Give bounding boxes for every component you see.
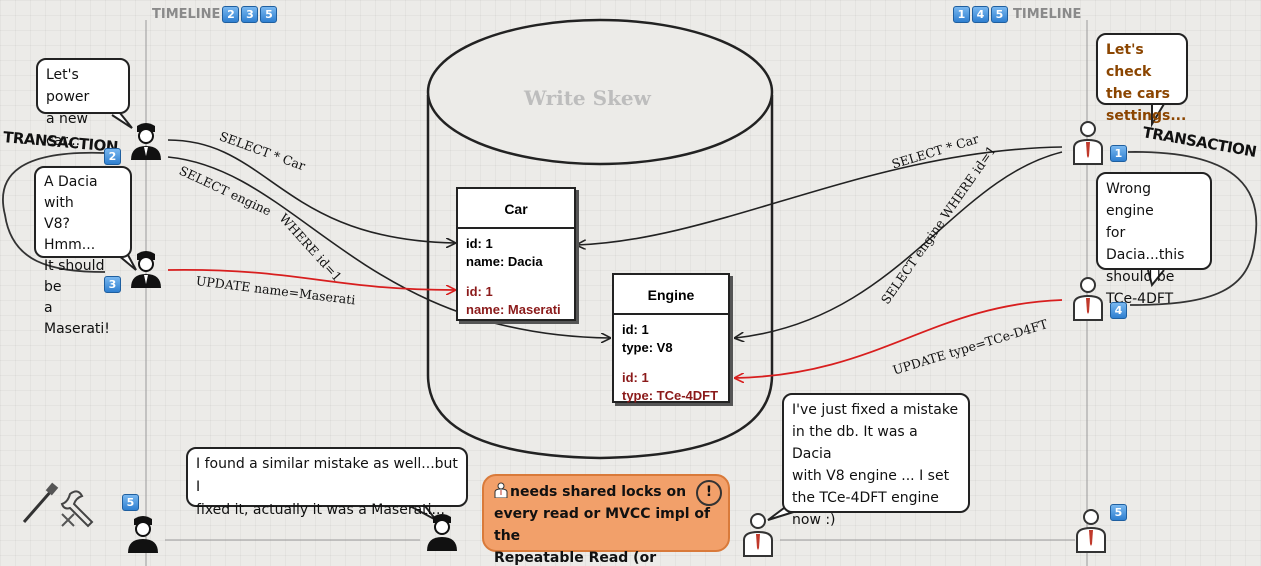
diagram-canvas: TIMELINE 2 3 5 1 4 5 TIMELINE Write Skew… [0, 0, 1261, 566]
car-table: Car id: 1 name: Dacia id: 1 name: Masera… [456, 187, 576, 321]
tools-icon [22, 482, 94, 528]
bubble-line: the TCe-4DFT engine [792, 490, 939, 506]
timeline-left: TIMELINE 2 3 5 [152, 6, 278, 23]
bubble-fixed-mistake: I've just fixed a mistake in the db. It … [782, 393, 970, 528]
bubble-line: V8? Hmm... [44, 216, 96, 253]
engine-updated-type: type: TCe-4DFT [622, 388, 719, 403]
car-updated-id: id: 1 [466, 284, 493, 299]
car-original-row: id: 1 name: Dacia [458, 229, 574, 271]
engine-updated-id: id: 1 [622, 370, 649, 385]
database-title: Write Skew [524, 86, 651, 110]
mechanic-icon [128, 516, 158, 553]
timeline-left-step-badge: 5 [260, 6, 278, 23]
arrow-right-select-engine [735, 151, 1063, 338]
car-updated-name: name: Maserati [466, 302, 561, 317]
bubble-line: now :) [792, 512, 836, 528]
mechanic-icon [131, 123, 161, 160]
engine-original-row: id: 1 type: V8 [614, 315, 728, 357]
step-badge: 5 [1110, 504, 1127, 521]
bubble-line: with V8 engine ... I set [792, 468, 950, 484]
engine-table: Engine id: 1 type: V8 id: 1 type: TCe-4D… [612, 273, 730, 403]
engine-original-type: type: V8 [622, 340, 673, 355]
note-line: Repeatable Read (or Serializable) [494, 550, 657, 566]
step-badge: 4 [1110, 302, 1127, 319]
timeline-right-label: TIMELINE [1013, 7, 1082, 22]
timeline-right: 1 4 5 TIMELINE [953, 6, 1081, 23]
manager-icon [1073, 121, 1103, 165]
bubble-line: for Dacia...this [1106, 225, 1185, 263]
car-original-name: name: Dacia [466, 254, 543, 269]
timeline-left-label: TIMELINE [152, 7, 221, 22]
bubble-line: A Dacia with [44, 174, 98, 211]
timeline-right-step-badge: 1 [953, 6, 970, 23]
note-line: every read or MVCC impl of the [494, 506, 711, 544]
alert-icon: ! [696, 480, 722, 506]
manager-icon [743, 513, 773, 557]
manager-icon [494, 482, 508, 499]
bubble-line: fixed it, actually it was a Maserati... [196, 502, 445, 518]
bubble-line: Let's check [1106, 42, 1152, 80]
bubble-line: I found a similar mistake as well...but … [196, 456, 458, 495]
note-line-text: needs shared locks on [510, 484, 687, 500]
car-original-id: id: 1 [466, 236, 493, 251]
bubble-line: in the db. It was a Dacia [792, 424, 918, 462]
engine-table-name: Engine [614, 275, 728, 315]
locking-note: ! needs shared locks on every read or MV… [482, 474, 730, 566]
bubble-line: settings... [1106, 108, 1187, 124]
step-badge: 5 [122, 494, 139, 511]
car-table-name: Car [458, 189, 574, 229]
step-badge: 3 [104, 276, 121, 293]
bubble-dacia-v8: A Dacia with V8? Hmm... It should be a M… [34, 166, 132, 337]
engine-updated-row: id: 1 type: TCe-4DFT [614, 357, 728, 405]
bubble-found-mistake: I found a similar mistake as well...but … [186, 447, 468, 518]
engine-original-id: id: 1 [622, 322, 649, 337]
timeline-left-step-badge: 3 [241, 6, 259, 23]
bubble-line: the cars [1106, 86, 1171, 102]
bubble-check-settings: Let's check the cars settings... [1096, 33, 1188, 124]
bubble-line: I've just fixed a mistake [792, 402, 959, 418]
bubble-line: Wrong engine [1106, 181, 1154, 219]
bubble-wrong-engine: Wrong engine for Dacia...this should be … [1096, 172, 1212, 307]
timeline-right-step-badge: 5 [991, 6, 1008, 23]
car-updated-row: id: 1 name: Maserati [458, 271, 574, 319]
note-line: needs shared locks on [494, 481, 718, 503]
bubble-line: should be [1106, 269, 1175, 285]
manager-icon [1076, 509, 1106, 553]
timeline-right-step-badge: 4 [972, 6, 989, 23]
bubble-line: a Maserati! [44, 300, 110, 337]
step-badge: 1 [1110, 145, 1127, 162]
step-badge: 2 [104, 148, 121, 165]
timeline-left-step-badge: 2 [222, 6, 240, 23]
bubble-power-new-car: Let's power a new car... [36, 58, 130, 149]
bubble-line: Let's power [46, 67, 90, 105]
manager-icon [1073, 277, 1103, 321]
